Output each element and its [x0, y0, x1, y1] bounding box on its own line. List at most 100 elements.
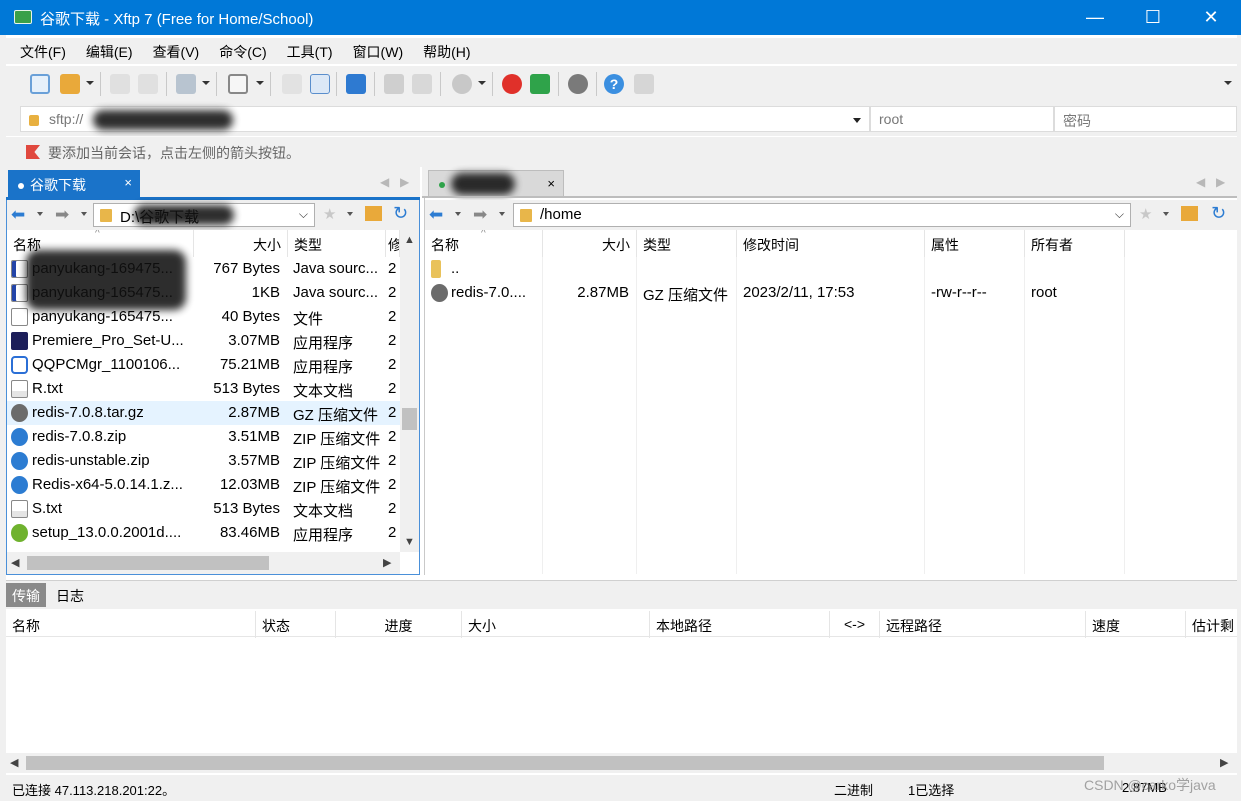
local-scroll-left-icon[interactable]: ◀ [11, 556, 19, 569]
maximize-button[interactable]: ☐ [1124, 0, 1182, 35]
menu-file[interactable]: 文件(F) [14, 38, 72, 62]
download-icon[interactable] [310, 74, 330, 94]
copy-icon[interactable] [384, 74, 404, 94]
remote-bookmark-dropdown-icon[interactable] [1163, 212, 1169, 216]
gear-icon[interactable] [568, 74, 588, 94]
local-hscrollbar[interactable]: ◀ ▶ [7, 552, 400, 574]
remote-col-attributes[interactable]: 属性 [925, 230, 1025, 257]
remote-forward-icon[interactable]: ➡ [473, 205, 487, 225]
local-bookmark-star-icon[interactable]: ★ [323, 205, 336, 223]
remote-back-dropdown-icon[interactable] [455, 212, 461, 216]
xftp-icon[interactable] [530, 74, 550, 94]
remote-back-icon[interactable]: ⬅ [429, 205, 443, 225]
local-file-row[interactable]: redis-7.0.8.tar.gz 2.87MB GZ 压缩文件 2 [7, 401, 400, 425]
remote-tab-scroll-right-icon[interactable]: ▶ [1216, 175, 1225, 189]
remote-tab-scroll-left-icon[interactable]: ◀ [1196, 175, 1205, 189]
transfer-scroll-right-icon[interactable]: ▶ [1220, 756, 1228, 769]
local-path-dropdown-icon[interactable]: ⌵ [299, 207, 308, 222]
username-input[interactable]: root [870, 106, 1054, 132]
remote-col-type[interactable]: 类型 [637, 230, 737, 257]
disconnect-icon[interactable] [138, 74, 158, 94]
local-bookmark-dropdown-icon[interactable] [347, 212, 353, 216]
local-col-size[interactable]: 大小 [194, 230, 288, 257]
remote-col-modified[interactable]: 修改时间 [737, 230, 925, 257]
local-tab-scroll-left-icon[interactable]: ◀ [380, 175, 389, 189]
properties-dropdown-icon[interactable] [202, 81, 210, 85]
remote-tab-close-button[interactable]: × [547, 176, 555, 191]
local-file-row[interactable]: QQPCMgr_1100106... 75.21MB 应用程序 2 [7, 353, 400, 377]
transfer-col-speed[interactable]: 速度 [1086, 611, 1186, 638]
local-vscrollbar[interactable]: ▲ ▼ [400, 230, 419, 552]
host-input[interactable]: sftp:// [20, 106, 870, 132]
remote-file-row[interactable]: .. [425, 257, 1237, 281]
local-file-row[interactable]: setup_13.0.0.2001d.... 83.46MB 应用程序 2 [7, 521, 400, 545]
title-bar[interactable]: 谷歌下载 - Xftp 7 (Free for Home/School) — ☐… [0, 0, 1241, 35]
toolbar-overflow-icon[interactable] [1224, 81, 1232, 85]
local-back-dropdown-icon[interactable] [37, 212, 43, 216]
connect-icon[interactable] [110, 74, 130, 94]
local-tab-scroll-right-icon[interactable]: ▶ [400, 175, 409, 189]
local-tab-close-button[interactable]: × [124, 175, 132, 190]
host-dropdown-icon[interactable] [853, 118, 861, 123]
menu-command[interactable]: 命令(C) [213, 38, 272, 62]
local-scroll-up-icon[interactable]: ▲ [404, 234, 415, 246]
remote-refresh-icon[interactable]: ↻ [1211, 203, 1226, 224]
local-forward-icon[interactable]: ➡ [55, 205, 69, 225]
remote-file-row[interactable]: redis-7.0.... 2.87MB GZ 压缩文件 2023/2/11, 17:… [425, 281, 1237, 305]
local-vscroll-thumb[interactable] [402, 408, 417, 430]
minimize-button[interactable]: — [1066, 0, 1124, 35]
local-col-type[interactable]: 类型 [288, 230, 386, 257]
remote-path-dropdown-icon[interactable]: ⌵ [1115, 207, 1124, 222]
transfer-col-direction[interactable]: <-> [830, 611, 880, 638]
properties-icon[interactable] [176, 74, 196, 94]
local-home-icon[interactable] [365, 206, 382, 221]
remote-path-input[interactable]: /home ⌵ [513, 203, 1131, 227]
local-forward-dropdown-icon[interactable] [81, 212, 87, 216]
remote-col-size[interactable]: 大小 [543, 230, 637, 257]
help-icon[interactable]: ? [604, 74, 624, 94]
local-file-row[interactable]: Redis-x64-5.0.14.1.z... 12.03MB ZIP 压缩文件 2 [7, 473, 400, 497]
terminal-dropdown-icon[interactable] [256, 81, 264, 85]
local-hscroll-thumb[interactable] [27, 556, 269, 570]
paste-icon[interactable] [412, 74, 432, 94]
remote-bookmark-star-icon[interactable]: ★ [1139, 205, 1152, 223]
local-path-input[interactable]: D:\谷歌下载 ⌵ [93, 203, 315, 227]
local-file-row[interactable]: S.txt 513 Bytes 文本文档 2 [7, 497, 400, 521]
local-col-modified[interactable]: 修 [386, 230, 400, 257]
chat-icon[interactable] [634, 74, 654, 94]
transfer-col-name[interactable]: 名称 [6, 611, 256, 638]
local-file-row[interactable]: redis-unstable.zip 3.57MB ZIP 压缩文件 2 [7, 449, 400, 473]
remote-col-owner[interactable]: 所有者 [1025, 230, 1125, 257]
local-scroll-right-icon[interactable]: ▶ [383, 556, 391, 569]
password-input[interactable]: 密码 [1054, 106, 1237, 132]
tab-transfers[interactable]: 传输 [6, 583, 46, 607]
sync-arrows-icon[interactable] [346, 74, 366, 94]
menu-tools[interactable]: 工具(T) [281, 38, 339, 62]
new-session-icon[interactable] [30, 74, 50, 94]
transfer-hscroll-thumb[interactable] [26, 756, 1104, 770]
terminal-icon[interactable] [228, 74, 248, 94]
close-window-button[interactable]: ✕ [1182, 0, 1240, 35]
menu-edit[interactable]: 编辑(E) [80, 38, 139, 62]
transfer-col-status[interactable]: 状态 [256, 611, 336, 638]
menu-window[interactable]: 窗口(W) [347, 38, 410, 62]
local-file-row[interactable]: Premiere_Pro_Set-U... 3.07MB 应用程序 2 [7, 329, 400, 353]
open-folder-icon[interactable] [60, 74, 80, 94]
menu-view[interactable]: 查看(V) [147, 38, 206, 62]
remote-home-icon[interactable] [1181, 206, 1198, 221]
transfer-col-size[interactable]: 大小 [462, 611, 650, 638]
remote-forward-dropdown-icon[interactable] [499, 212, 505, 216]
globe-dropdown-icon[interactable] [478, 81, 486, 85]
local-file-row[interactable]: redis-7.0.8.zip 3.51MB ZIP 压缩文件 2 [7, 425, 400, 449]
transfer-hscrollbar[interactable]: ◀ ▶ [6, 753, 1237, 773]
globe-icon[interactable] [452, 74, 472, 94]
local-file-row[interactable]: R.txt 513 Bytes 文本文档 2 [7, 377, 400, 401]
tab-log[interactable]: 日志 [50, 583, 90, 607]
local-tab[interactable]: 谷歌下载 × [8, 170, 140, 197]
menu-help[interactable]: 帮助(H) [417, 38, 476, 62]
local-refresh-icon[interactable]: ↻ [393, 203, 408, 224]
transfer-col-progress[interactable]: 进度 [336, 611, 462, 638]
transfer-col-eta[interactable]: 估计剩 [1186, 611, 1237, 638]
local-scroll-down-icon[interactable]: ▼ [404, 536, 415, 548]
transfer-col-local-path[interactable]: 本地路径 [650, 611, 830, 638]
